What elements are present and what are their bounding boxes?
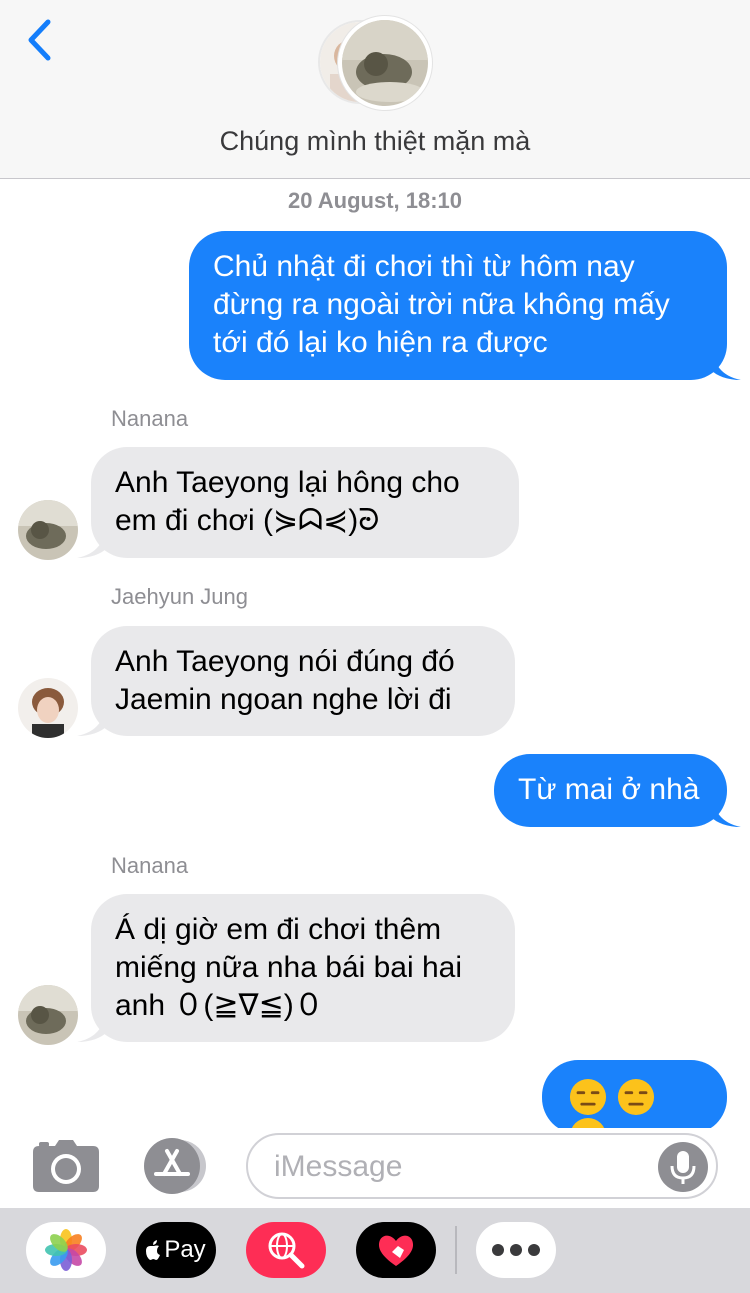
bubble-tail (77, 1006, 107, 1042)
sender-avatar[interactable] (18, 985, 78, 1045)
message-text: Anh Taeyong nói đúng đó (115, 645, 455, 678)
image-search-button[interactable] (246, 1222, 326, 1278)
incoming-message-bubble[interactable]: Anh Taeyong nói đúng đó Jaemin ngoan ngh… (77, 626, 515, 736)
microphone-icon (670, 1151, 696, 1184)
conversation-title[interactable]: Chúng mình thiệt mặn mà (0, 126, 750, 157)
back-button[interactable] (22, 16, 62, 64)
app-store-icon (144, 1138, 206, 1194)
photos-icon (45, 1229, 87, 1271)
message-timestamp: 20 August, 18:10 (287, 188, 463, 213)
message-input-placeholder: iMessage (274, 1150, 403, 1183)
compose-bar: iMessage (0, 1128, 750, 1208)
bubble-tail (77, 522, 107, 558)
apple-logo-icon (146, 1240, 161, 1260)
message-text: miếng nữa nha bái bai hai (115, 951, 462, 984)
more-apps-button[interactable] (476, 1222, 556, 1278)
message-text: tới đó lại ko hiện ra được (213, 326, 548, 359)
globe-search-icon (268, 1232, 305, 1269)
sender-avatar[interactable] (18, 500, 78, 560)
tray-divider (455, 1226, 457, 1274)
sender-name: Jaehyun Jung (111, 584, 248, 609)
incoming-message-bubble[interactable]: Anh Taeyong lại hông cho em đi chơi (⋟ᗣ⋞… (77, 447, 519, 558)
photos-app-button[interactable] (26, 1222, 106, 1278)
apple-pay-label: Pay (164, 1236, 206, 1263)
message-text: Từ mai ở nhà (518, 773, 700, 806)
microphone-button[interactable] (658, 1142, 708, 1192)
apple-pay-button[interactable]: Pay (136, 1222, 216, 1278)
expressionless-face-icon (617, 1079, 655, 1116)
message-text: anh ０(≧∇≦)０ (115, 989, 324, 1022)
chevron-left-icon (28, 19, 51, 61)
outgoing-message-bubble[interactable]: Từ mai ở nhà (494, 754, 741, 827)
camera-icon (33, 1140, 99, 1192)
bubble-tail (711, 344, 741, 380)
sender-avatar[interactable] (18, 678, 78, 738)
message-text: Chủ nhật đi chơi thì từ hôm nay (213, 250, 635, 283)
member-avatar (338, 16, 432, 110)
bubble-tail (77, 700, 107, 736)
message-text: đừng ra ngoài trời nữa không mấy (213, 288, 670, 321)
message-input[interactable]: iMessage (246, 1133, 718, 1199)
bubble-tail (711, 791, 741, 827)
message-text: Anh Taeyong lại hông cho (115, 466, 460, 499)
app-drawer: Pay (0, 1208, 750, 1293)
message-text: Á dị giờ em đi chơi thêm (115, 913, 442, 946)
camera-button[interactable] (33, 1140, 99, 1192)
digital-touch-button[interactable] (356, 1222, 436, 1278)
outgoing-message-bubble[interactable]: Chủ nhật đi chơi thì từ hôm nay đừng ra … (189, 231, 741, 380)
incoming-message-bubble[interactable]: Á dị giờ em đi chơi thêm miếng nữa nha b… (77, 894, 515, 1042)
sender-name: Nanana (111, 853, 189, 878)
message-text: em đi chơi (⋟ᗣ⋞)ᘒ (115, 504, 380, 537)
app-store-button[interactable] (140, 1138, 212, 1194)
sender-name: Nanana (111, 406, 189, 431)
conversation-header: Chúng mình thiệt mặn mà (0, 0, 750, 179)
group-avatar[interactable] (318, 16, 438, 112)
message-text: Jaemin ngoan nghe lời đi (115, 683, 452, 716)
expressionless-face-icon (569, 1079, 607, 1116)
ellipsis-icon (492, 1244, 540, 1256)
heart-touch-icon (378, 1235, 414, 1266)
outgoing-message-bubble[interactable] (542, 1060, 727, 1155)
